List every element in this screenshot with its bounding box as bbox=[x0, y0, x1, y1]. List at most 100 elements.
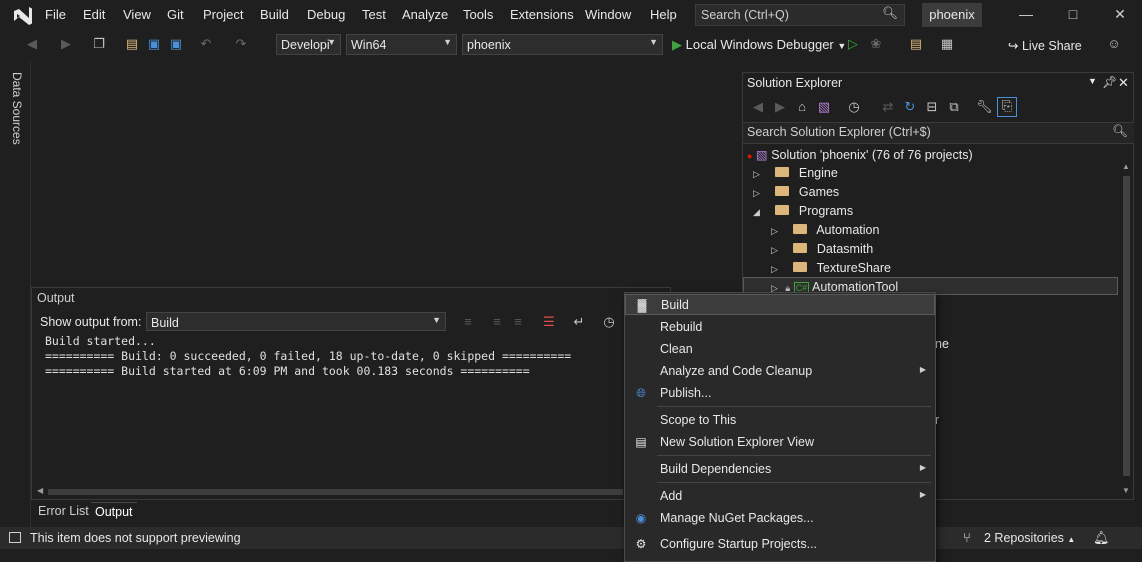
menu-item-new-se-view[interactable]: ▤ New Solution Explorer View bbox=[625, 432, 935, 453]
tree-node-textureshare[interactable]: ▷ TextureShare bbox=[771, 261, 891, 275]
solution-icon: ▧ bbox=[755, 148, 768, 162]
tree-node-programs[interactable]: ◢ Programs bbox=[753, 204, 853, 218]
folder-icon bbox=[793, 243, 808, 253]
startup-project-value: phoenix bbox=[467, 38, 511, 52]
visual-studio-logo-icon[interactable] bbox=[12, 6, 34, 26]
redo-icon[interactable]: ↷ bbox=[233, 36, 249, 52]
feedback-icon[interactable]: ☺ bbox=[1106, 36, 1122, 52]
configuration-select[interactable]: Developi ▼ bbox=[276, 34, 341, 55]
repositories-button[interactable]: 2 Repositories ▲ bbox=[984, 531, 1075, 545]
save-icon[interactable]: ▣ bbox=[146, 36, 162, 52]
back-icon[interactable]: ◀ bbox=[24, 36, 40, 52]
menu-edit[interactable]: Edit bbox=[83, 7, 105, 22]
undo-icon[interactable]: ↶ bbox=[198, 36, 214, 52]
tab-error-list[interactable]: Error List bbox=[34, 502, 93, 520]
chevron-up-icon: ▲ bbox=[1067, 535, 1076, 544]
menu-help[interactable]: Help bbox=[650, 7, 677, 22]
layout-icon[interactable]: ▦ bbox=[939, 36, 955, 52]
scroll-up-icon[interactable]: ▲ bbox=[1122, 162, 1130, 171]
search-input[interactable]: Search (Ctrl+Q) 🔍︎ bbox=[695, 4, 905, 26]
home-icon[interactable]: ⌂ bbox=[794, 99, 810, 115]
error-dot-icon: ● bbox=[747, 151, 753, 161]
menu-tools[interactable]: Tools bbox=[463, 7, 493, 22]
menu-item-publish[interactable]: 🌐︎ Publish... bbox=[625, 383, 935, 404]
hot-reload-icon[interactable]: ❀ bbox=[868, 36, 884, 52]
back-icon[interactable]: ◀ bbox=[750, 99, 766, 115]
git-branch-icon[interactable]: ⑂ bbox=[963, 530, 971, 545]
save-all-icon[interactable]: ▣ bbox=[168, 36, 184, 52]
forward-icon[interactable]: ▶ bbox=[58, 36, 74, 52]
find-message-icon[interactable]: ≡ bbox=[460, 314, 476, 330]
menu-window[interactable]: Window bbox=[585, 7, 631, 22]
menu-item-manage-nuget[interactable]: ◉ Manage NuGet Packages... bbox=[625, 508, 935, 529]
data-sources-tab[interactable]: Data Sources bbox=[10, 72, 24, 145]
minimize-icon[interactable]: — bbox=[1016, 6, 1036, 26]
menu-item-build[interactable]: ▓ Build bbox=[625, 294, 935, 315]
submenu-arrow-icon: ▶ bbox=[919, 365, 926, 374]
start-debugging-button[interactable]: ▶ Local Windows Debugger ▼ bbox=[672, 37, 846, 53]
switch-views-icon[interactable]: ▧ bbox=[816, 99, 832, 115]
clear-all-icon[interactable]: ☰ bbox=[541, 314, 557, 330]
menu-item-clean[interactable]: Clean bbox=[625, 339, 935, 360]
scroll-left-icon[interactable]: ◀ bbox=[37, 486, 43, 495]
menu-item-analyze-cleanup[interactable]: Analyze and Code Cleanup ▶ bbox=[625, 361, 935, 382]
close-icon[interactable]: ✕ bbox=[1110, 6, 1130, 26]
startup-project-select[interactable]: phoenix ▼ bbox=[462, 34, 663, 55]
scrollbar-thumb[interactable] bbox=[1123, 176, 1130, 476]
menu-item-rebuild[interactable]: Rebuild bbox=[625, 317, 935, 338]
menu-build[interactable]: Build bbox=[260, 7, 289, 22]
pin-icon[interactable]: 📌︎ bbox=[1102, 75, 1117, 89]
menu-git[interactable]: Git bbox=[167, 7, 184, 22]
close-icon[interactable]: ✕ bbox=[1118, 75, 1129, 91]
solution-node[interactable]: ● ▧ Solution 'phoenix' (76 of 76 project… bbox=[747, 147, 973, 162]
timestamp-icon[interactable]: ◷ bbox=[601, 314, 617, 330]
forward-icon[interactable]: ▶ bbox=[772, 99, 788, 115]
platform-select[interactable]: Win64 ▼ bbox=[346, 34, 457, 55]
output-title: Output bbox=[37, 291, 75, 305]
menu-item-configure-startup[interactable]: ⚙ Configure Startup Projects... bbox=[625, 534, 935, 555]
preview-selected-icon[interactable]: ⎘ bbox=[997, 97, 1017, 117]
show-all-files-icon[interactable]: ⧉ bbox=[946, 99, 962, 115]
tree-node-automation[interactable]: ▷ Automation bbox=[771, 223, 879, 237]
collapse-all-icon[interactable]: ⊟ bbox=[924, 99, 940, 115]
notifications-bell-icon[interactable]: 🔔︎ bbox=[1093, 530, 1110, 546]
output-line: Build started... bbox=[45, 334, 156, 348]
start-without-debugging-icon[interactable]: ▷ bbox=[845, 36, 861, 52]
solution-label: Solution 'phoenix' (76 of 76 projects) bbox=[771, 148, 973, 162]
menu-debug[interactable]: Debug bbox=[307, 7, 345, 22]
menu-item-add[interactable]: Add ▶ bbox=[625, 486, 935, 507]
solution-search-input[interactable]: Search Solution Explorer (Ctrl+$) 🔍︎ bbox=[743, 122, 1134, 144]
repositories-label: 2 Repositories bbox=[984, 531, 1064, 545]
menu-analyze[interactable]: Analyze bbox=[402, 7, 448, 22]
menu-file[interactable]: File bbox=[45, 7, 66, 22]
tree-node-datasmith[interactable]: ▷ Datasmith bbox=[771, 242, 873, 256]
output-source-select[interactable]: Build ▼ bbox=[146, 312, 446, 331]
tree-node-engine[interactable]: ▷ Engine bbox=[753, 166, 838, 180]
scroll-down-icon[interactable]: ▼ bbox=[1122, 486, 1130, 495]
horizontal-scrollbar-thumb[interactable] bbox=[48, 489, 623, 495]
open-folder-icon[interactable]: ▤ bbox=[124, 36, 140, 52]
live-share-button[interactable]: ↪ Live Share bbox=[1008, 38, 1082, 53]
next-message-icon[interactable]: ≡ bbox=[510, 314, 526, 330]
open-folder-icon[interactable]: ▤ bbox=[908, 36, 924, 52]
new-project-icon[interactable]: ❐ bbox=[91, 36, 107, 52]
sync-icon[interactable]: ⇄ bbox=[880, 99, 896, 115]
tree-label: Automation bbox=[816, 223, 880, 237]
menu-project[interactable]: Project bbox=[203, 7, 243, 22]
menu-test[interactable]: Test bbox=[362, 7, 386, 22]
menu-view[interactable]: View bbox=[123, 7, 151, 22]
tree-node-games[interactable]: ▷ Games bbox=[753, 185, 839, 199]
refresh-icon[interactable]: ↻ bbox=[902, 99, 918, 115]
panel-options-icon[interactable]: ▼ bbox=[1088, 76, 1097, 86]
word-wrap-icon[interactable]: ↵ bbox=[571, 314, 587, 330]
properties-icon[interactable]: 🔧︎ bbox=[976, 99, 993, 115]
menu-extensions[interactable]: Extensions bbox=[510, 7, 574, 22]
tree-label: Games bbox=[798, 185, 840, 199]
menu-item-scope-to-this[interactable]: Scope to This bbox=[625, 410, 935, 431]
previous-message-icon[interactable]: ≡ bbox=[489, 314, 505, 330]
pending-changes-filter-icon[interactable]: ◷ bbox=[846, 99, 862, 115]
maximize-icon[interactable]: □ bbox=[1063, 6, 1083, 26]
project-name-badge[interactable]: phoenix bbox=[922, 3, 982, 27]
menu-item-build-dependencies[interactable]: Build Dependencies ▶ bbox=[625, 459, 935, 480]
tab-output[interactable]: Output bbox=[91, 502, 137, 521]
